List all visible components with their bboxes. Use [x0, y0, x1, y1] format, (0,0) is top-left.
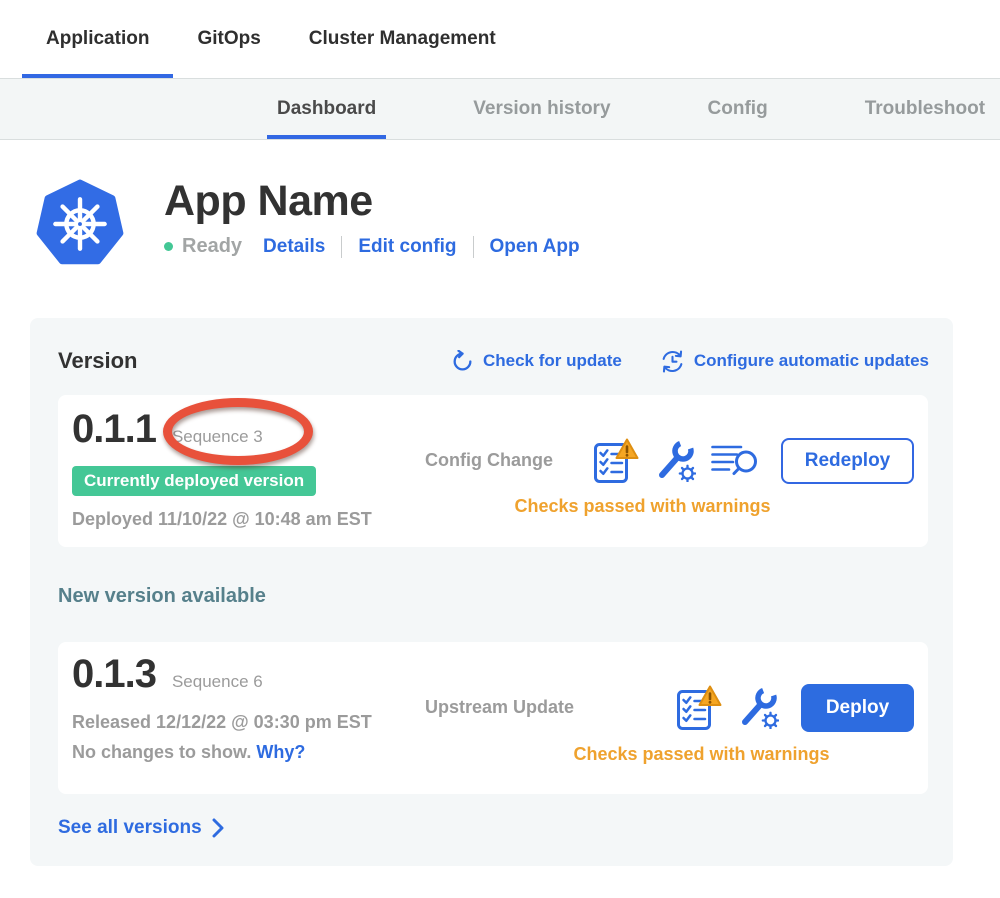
app-header: App Name Ready Details Edit config Open … [36, 178, 1000, 270]
current-version-row: 0.1.1 Sequence 3 Currently deployed vers… [58, 395, 928, 547]
no-changes-text: No changes to show. [72, 742, 251, 762]
top-nav: Application GitOps Cluster Management [0, 0, 1000, 78]
app-status: Ready [182, 235, 242, 258]
see-all-versions-link[interactable]: See all versions [58, 817, 929, 839]
checks-status-text[interactable]: Checks passed with warnings [514, 496, 770, 517]
deploy-button[interactable]: Deploy [801, 684, 914, 732]
tab-version-history[interactable]: Version history [463, 79, 620, 139]
divider [473, 236, 474, 258]
view-diff-icon[interactable] [711, 442, 759, 480]
wrench-gear-icon[interactable] [654, 440, 696, 482]
preflight-checks-warning-icon[interactable] [676, 685, 722, 731]
edit-config-link[interactable]: Edit config [358, 236, 456, 258]
app-title: App Name [164, 178, 580, 225]
current-version-sequence: Sequence 3 [172, 427, 263, 447]
tab-application[interactable]: Application [22, 0, 173, 78]
version-card-title: Version [58, 348, 137, 374]
wrench-gear-icon[interactable] [737, 687, 779, 729]
new-version-sequence: Sequence 6 [172, 672, 263, 692]
sub-nav: Dashboard Version history Config Trouble… [0, 78, 1000, 140]
new-version-row: 0.1.3 Sequence 6 Released 12/12/22 @ 03:… [58, 642, 928, 794]
new-version-number: 0.1.3 [72, 652, 156, 697]
tab-dashboard[interactable]: Dashboard [267, 79, 386, 139]
tab-cluster-management[interactable]: Cluster Management [285, 0, 520, 78]
tab-config[interactable]: Config [698, 79, 778, 139]
redeploy-button[interactable]: Redeploy [781, 438, 914, 484]
currently-deployed-badge: Currently deployed version [72, 466, 316, 496]
clock-sync-icon [660, 349, 685, 374]
why-link[interactable]: Why? [256, 742, 305, 762]
kubernetes-logo-icon [36, 178, 124, 270]
refresh-icon [451, 350, 474, 373]
configure-automatic-updates-link[interactable]: Configure automatic updates [660, 349, 929, 374]
released-timestamp: Released 12/12/22 @ 03:30 pm EST [72, 712, 417, 733]
check-for-update-label: Check for update [483, 351, 622, 371]
divider [341, 236, 342, 258]
tab-troubleshoot[interactable]: Troubleshoot [855, 79, 995, 139]
configure-automatic-updates-label: Configure automatic updates [694, 351, 929, 371]
version-card: Version Check for update Co [30, 318, 953, 866]
check-for-update-link[interactable]: Check for update [451, 350, 622, 373]
tab-gitops[interactable]: GitOps [173, 0, 284, 78]
deployed-timestamp: Deployed 11/10/22 @ 10:48 am EST [72, 509, 417, 530]
current-version-number: 0.1.1 [72, 407, 156, 452]
new-version-heading: New version available [58, 585, 929, 608]
ready-status-dot-icon [164, 242, 173, 251]
version-source-label: Upstream Update [425, 697, 574, 718]
preflight-checks-warning-icon[interactable] [593, 438, 639, 484]
checks-status-text[interactable]: Checks passed with warnings [573, 744, 829, 765]
open-app-link[interactable]: Open App [490, 236, 580, 258]
details-link[interactable]: Details [263, 236, 325, 258]
version-source-label: Config Change [425, 450, 553, 471]
chevron-right-icon [212, 818, 224, 838]
see-all-versions-label: See all versions [58, 817, 202, 839]
